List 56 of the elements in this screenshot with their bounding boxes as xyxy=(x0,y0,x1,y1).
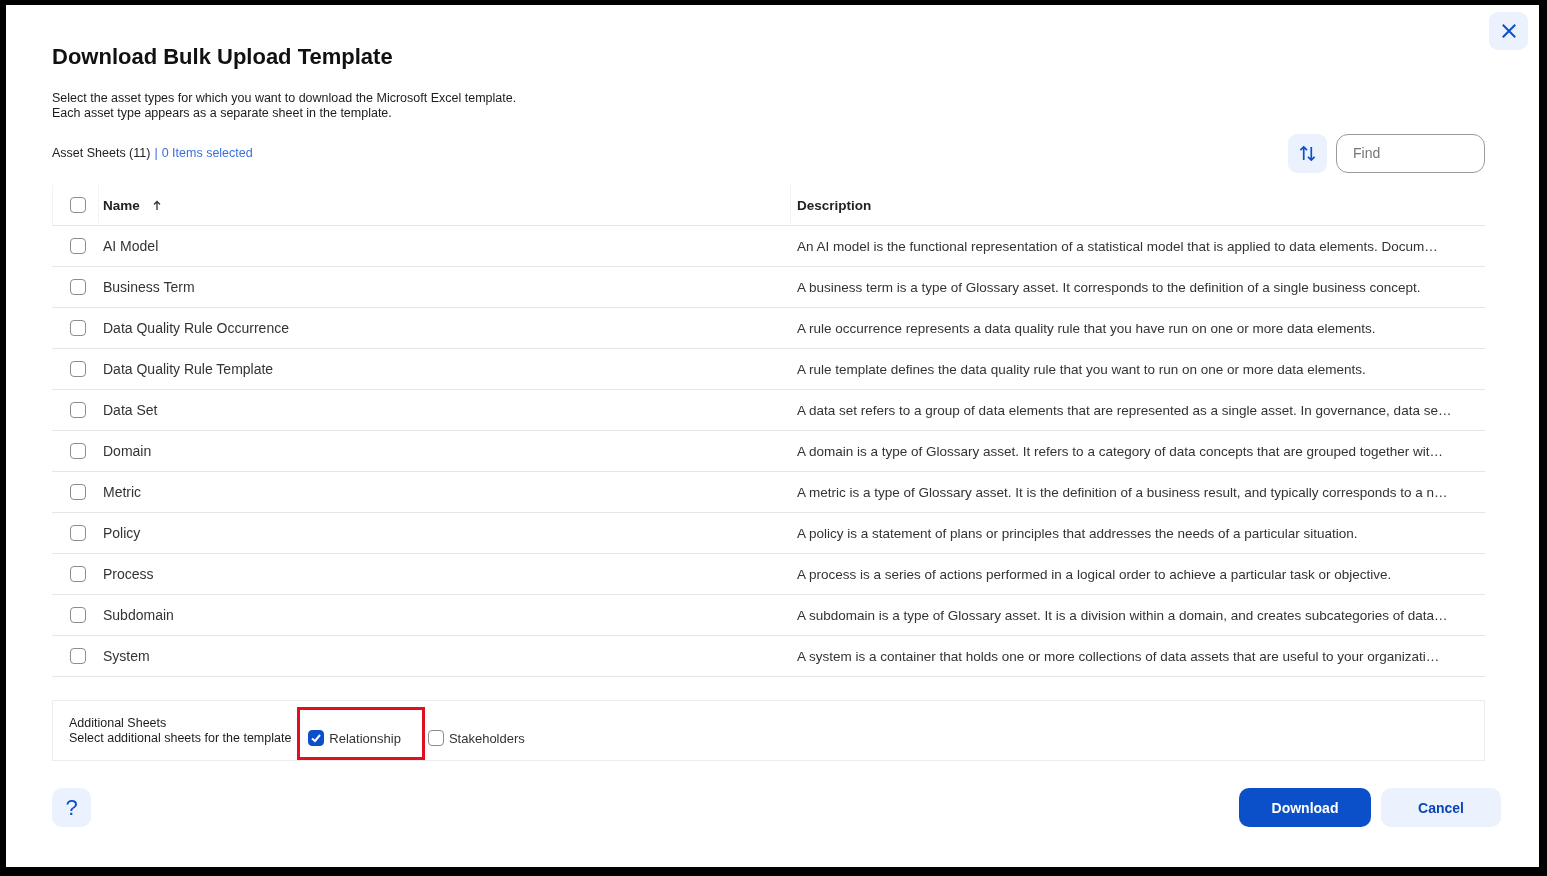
sort-icon xyxy=(1299,144,1316,162)
cancel-button[interactable]: Cancel xyxy=(1381,788,1501,827)
additional-sheets-hint: Select additional sheets for the template xyxy=(69,730,292,746)
description-text: Select the asset types for which you want to download the Microsoft Excel template. xyxy=(52,91,518,106)
asset-name-cell: Domain xyxy=(103,443,152,459)
search-field[interactable]: Find xyxy=(1336,133,1485,173)
row-checkbox[interactable] xyxy=(70,320,86,336)
description-cell: A subdomain is a type of Glossary asset. It is a division within a domain, and creates subcategories of data… xyxy=(797,607,1448,623)
sheet-checkbox[interactable] xyxy=(308,730,325,746)
description-text: Each asset type appears as a separate sheet in the template. xyxy=(52,106,393,121)
asset-name-cell: Data Set xyxy=(103,402,158,418)
description-cell: An AI model is the functional representation of a statistical model that is applied to data elements. Docum… xyxy=(797,238,1438,254)
asset-name-cell: Policy xyxy=(103,525,141,541)
select-all-checkbox[interactable] xyxy=(70,197,86,213)
asset-name-cell: Data Quality Rule Template xyxy=(103,361,274,377)
help-button[interactable]: ? xyxy=(52,788,91,827)
additional-sheets-title: Additional Sheets xyxy=(69,715,168,731)
selection-count-link[interactable]: 0 Items selected xyxy=(161,146,253,160)
row-checkbox[interactable] xyxy=(70,525,86,541)
asset-name-cell: System xyxy=(103,648,150,664)
row-checkbox[interactable] xyxy=(70,566,86,582)
row-checkbox[interactable] xyxy=(70,238,86,254)
asset-name-cell: Business Term xyxy=(103,279,195,295)
row-checkbox[interactable] xyxy=(70,484,86,500)
asset-count-label: Asset Sheets (11) xyxy=(52,146,151,160)
separator-text: | xyxy=(154,146,158,160)
checkbox-label[interactable]: Stakeholders xyxy=(448,730,525,746)
description-cell: A data set refers to a group of data elements that are represented as a single asset. In governance, data se… xyxy=(797,402,1452,418)
description-cell: A rule occurrence represents a data quality rule that you have run on one or more data elements. xyxy=(797,320,1376,336)
close-icon xyxy=(1501,24,1516,38)
sort-button[interactable] xyxy=(1288,133,1327,173)
asset-name-cell: Process xyxy=(103,566,154,582)
row-checkbox[interactable] xyxy=(70,361,86,377)
description-cell: A metric is a type of Glossary asset. It is the definition of a business result, and typically corresponds to a n… xyxy=(797,484,1448,500)
download-button[interactable]: Download xyxy=(1239,788,1371,827)
description-cell: A rule template defines the data quality rule that you want to run on one or more data elements. xyxy=(797,361,1366,377)
asset-name-cell: Data Quality Rule Occurrence xyxy=(103,320,289,336)
row-checkbox[interactable] xyxy=(70,443,86,459)
row-checkbox[interactable] xyxy=(70,402,86,418)
asset-name-cell: AI Model xyxy=(103,238,159,254)
column-header[interactable]: Name xyxy=(103,197,140,213)
checkbox-label[interactable]: Relationship xyxy=(329,730,401,746)
description-cell: A system is a container that holds one or more collections of data assets that are useful to your organizati… xyxy=(797,648,1440,664)
dialog-title: Download Bulk Upload Template xyxy=(52,43,394,70)
row-checkbox[interactable] xyxy=(70,279,86,295)
description-cell: A process is a series of actions performed in a logical order to achieve a particular task or objective. xyxy=(797,566,1392,582)
description-cell: A policy is a statement of plans or principles that addresses the needs of a particular situation. xyxy=(797,525,1358,541)
description-cell: A business term is a type of Glossary asset. It corresponds to the definition of a single business concept. xyxy=(797,279,1421,295)
asset-name-cell: Subdomain xyxy=(103,607,174,623)
close-button[interactable] xyxy=(1489,12,1528,50)
asset-name-cell: Metric xyxy=(103,484,142,500)
column-header[interactable]: Description xyxy=(797,197,872,213)
row-checkbox[interactable] xyxy=(70,648,86,664)
row-checkbox[interactable] xyxy=(70,607,86,623)
description-cell: A domain is a type of Glossary asset. It refers to a category of data concepts that are grouped together wit… xyxy=(797,443,1444,459)
sheet-checkbox[interactable] xyxy=(427,730,444,746)
